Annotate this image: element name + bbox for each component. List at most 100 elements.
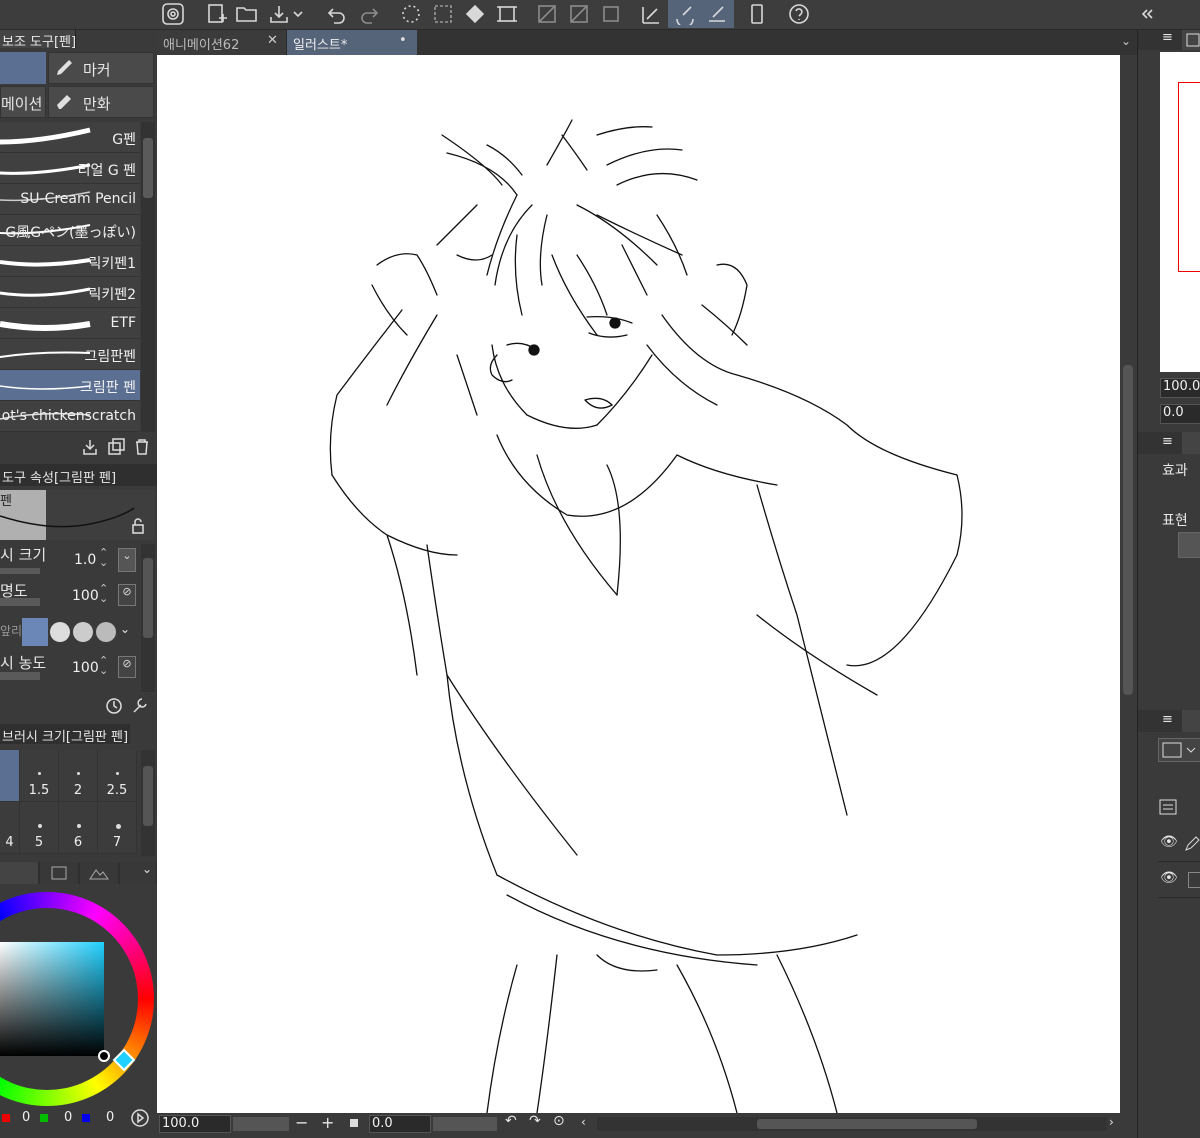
loading-icon[interactable] <box>394 0 428 28</box>
play-icon[interactable] <box>130 1108 150 1128</box>
layer-row[interactable]: 👁 <box>1158 828 1200 862</box>
brush-size-cell[interactable]: 2 <box>59 750 98 802</box>
snap-grid-icon[interactable] <box>700 0 734 28</box>
stepper-icon[interactable]: ⌃ ⌄ <box>99 547 108 568</box>
transform-icon[interactable] <box>490 0 524 28</box>
prop-row-brush-density[interactable]: 시 농도 100 ⌃ ⌄ ⊘ <box>0 652 140 686</box>
menu-icon[interactable]: ≡ <box>1162 434 1173 449</box>
antialias-strong[interactable] <box>96 622 116 642</box>
invert-selection-icon[interactable] <box>562 0 596 28</box>
rotation-input[interactable]: 0.0 <box>369 1115 431 1133</box>
brush-size-cell[interactable]: 1.5 <box>20 750 59 802</box>
reset-icon[interactable] <box>104 696 124 716</box>
antialias-weak[interactable] <box>50 622 70 642</box>
stop-icon[interactable] <box>350 1119 358 1127</box>
prop-value[interactable]: 100 <box>72 660 99 676</box>
color-square[interactable] <box>0 942 104 1056</box>
brush-size-scrollbar[interactable] <box>141 750 155 856</box>
snap-special-ruler-icon[interactable] <box>668 0 702 28</box>
tool-prop-scrollbar[interactable] <box>141 544 155 692</box>
stepper-icon[interactable]: ⌃ ⌄ <box>99 655 108 676</box>
trash-icon[interactable] <box>132 437 152 457</box>
brush-item[interactable]: 그림판펜 <box>0 339 140 370</box>
menu-icon[interactable]: ≡ <box>1162 712 1173 727</box>
antialias-mid[interactable] <box>73 622 93 642</box>
wrench-icon[interactable] <box>130 696 150 716</box>
brush-size-cell[interactable]: 6 <box>59 802 98 854</box>
brush-item[interactable]: 릭키펜2 <box>0 277 140 308</box>
pressure-toggle[interactable]: ⌄ <box>118 548 136 572</box>
redo-icon[interactable] <box>352 0 386 28</box>
undo-icon[interactable] <box>320 0 354 28</box>
snap-ruler-icon[interactable] <box>634 0 668 28</box>
blend-mode-select[interactable] <box>1158 738 1200 762</box>
modified-dot-icon[interactable]: • <box>399 33 407 48</box>
tab-illustration-active[interactable]: 일러스트* • <box>287 30 417 55</box>
navigator-tab[interactable] <box>1182 30 1200 50</box>
canvas-vscroll[interactable] <box>1120 55 1136 1113</box>
canvas-viewport[interactable] <box>157 55 1120 1113</box>
sub-tool-group-animation[interactable]: 메이션 <box>0 86 46 118</box>
layer-row[interactable]: 👁 <box>1158 864 1200 898</box>
prop-row-brush-size[interactable]: 시 크기 1.0 ⌃ ⌄ ⌄ <box>0 544 140 578</box>
sub-tool-group-pen[interactable] <box>0 52 46 84</box>
brush-item[interactable]: 리얼 G 펜 <box>0 153 140 184</box>
sub-tool-group-marker[interactable]: 마커 <box>48 52 154 84</box>
duplicate-icon[interactable] <box>106 437 126 457</box>
download-icon[interactable] <box>80 437 100 457</box>
open-folder-icon[interactable] <box>230 0 264 28</box>
selection-border-icon[interactable] <box>594 0 628 28</box>
color-set-tab[interactable] <box>40 862 78 884</box>
brush-size-cell[interactable]: 2.5 <box>98 750 137 802</box>
lock-icon[interactable] <box>130 518 146 534</box>
rotation-slider[interactable] <box>433 1117 497 1131</box>
express-color-button[interactable] <box>1178 532 1200 558</box>
brush-item-selected[interactable]: 그림판 펜 <box>0 370 140 401</box>
brush-size-cell[interactable]: 5 <box>20 802 59 854</box>
device-icon[interactable] <box>740 0 774 28</box>
close-icon[interactable]: ✕ <box>267 33 278 48</box>
chevron-down-icon[interactable] <box>290 0 306 28</box>
brush-item[interactable]: 릭키펜1 <box>0 246 140 277</box>
brush-item[interactable]: G펜 <box>0 122 140 153</box>
help-icon[interactable] <box>782 0 816 28</box>
opacity-toggle[interactable]: ⊘ <box>118 584 136 606</box>
new-file-icon[interactable] <box>200 0 234 28</box>
canvas-horizontal-scrollbar[interactable] <box>597 1117 1107 1131</box>
color-wheel-tab[interactable] <box>0 862 38 884</box>
density-toggle[interactable]: ⊘ <box>118 656 136 678</box>
prop-row-antialias[interactable]: 앞리 ⌄ <box>0 616 140 648</box>
brush-list-scrollbar[interactable] <box>141 122 155 432</box>
layer-list-icon[interactable] <box>1158 796 1200 818</box>
eye-icon[interactable]: 👁 <box>1160 834 1178 850</box>
fill-icon[interactable] <box>458 0 492 28</box>
brush-size-cell[interactable]: 7 <box>98 802 137 854</box>
zoom-slider[interactable] <box>233 1117 289 1131</box>
green-value[interactable]: 0 <box>64 1110 72 1125</box>
navigator-rotation[interactable]: 0.0 <box>1160 404 1200 424</box>
zoom-input[interactable]: 100.0 <box>159 1115 231 1133</box>
menu-icon[interactable]: ≡ <box>1162 30 1173 45</box>
brush-item[interactable]: SU-Cream Pencil <box>0 184 140 215</box>
tab-animation[interactable]: 애니메이션62 ✕ <box>157 30 287 55</box>
brush-item[interactable]: G風Gペン(墨っぽい) <box>0 215 140 246</box>
app-logo-icon[interactable] <box>156 0 190 28</box>
scroll-left-icon[interactable]: ‹ <box>581 1115 586 1129</box>
zoom-in-button[interactable]: + <box>321 1113 334 1132</box>
reset-rotation-icon[interactable]: ⊙ <box>553 1113 565 1129</box>
rotate-left-icon[interactable]: ↶ <box>505 1113 517 1129</box>
brush-item[interactable]: ot's chickenscratch <box>0 401 140 432</box>
brush-size-cell[interactable]: 4 <box>0 802 20 854</box>
navigator-zoom[interactable]: 100.0 <box>1160 378 1200 398</box>
layer-tab[interactable] <box>1182 710 1200 732</box>
collapse-left-icon[interactable] <box>1136 0 1158 28</box>
color-history-tab[interactable] <box>80 862 118 884</box>
antialias-none[interactable] <box>22 618 48 646</box>
layer-property-tab[interactable] <box>1182 432 1200 454</box>
blue-value[interactable]: 0 <box>106 1110 114 1125</box>
select-all-icon[interactable] <box>426 0 460 28</box>
brush-item[interactable]: ETF <box>0 308 140 339</box>
sub-tool-group-comic[interactable]: 만화 <box>48 86 154 118</box>
clear-selection-icon[interactable] <box>530 0 564 28</box>
stepper-icon[interactable]: ⌃ ⌄ <box>99 583 108 604</box>
